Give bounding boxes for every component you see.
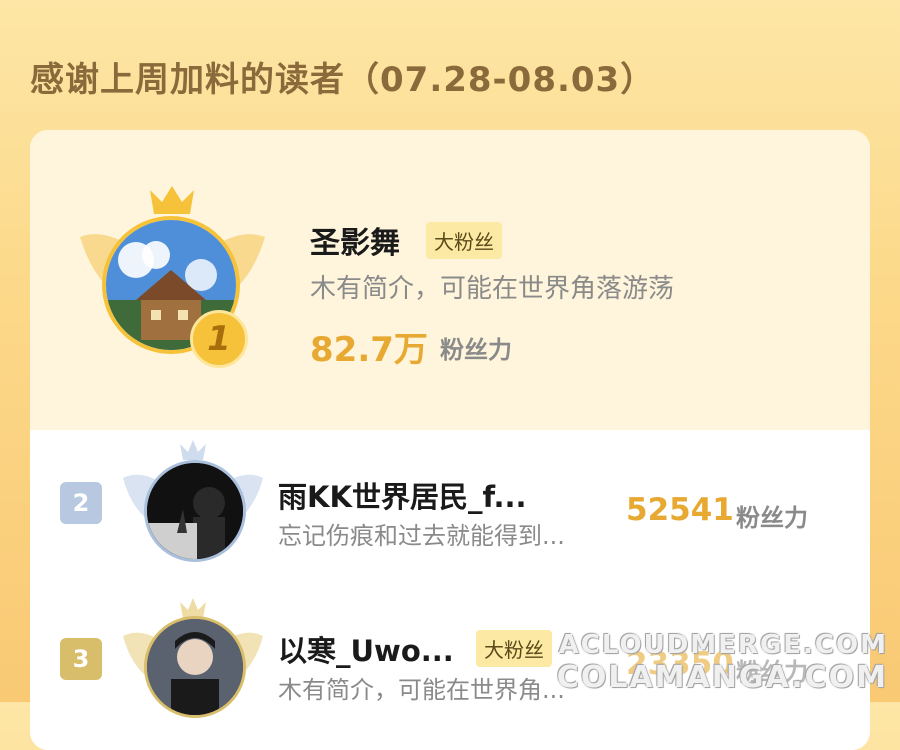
avatar[interactable] [144,460,246,562]
fan-badge: 大粉丝 [426,222,502,259]
rank-badge-1: 1 [190,310,248,368]
user-bio: 木有简介，可能在世界角... [278,676,565,704]
avatar-image [147,463,243,559]
user-name[interactable]: 雨KK世界居民_f... [278,474,527,516]
rank-1-card[interactable]: 1 圣影舞 大粉丝 木有简介，可能在世界角落游荡 82.7万 粉丝力 [30,130,870,430]
fan-score: 82.7万 [310,330,428,370]
fan-score-unit: 粉丝力 [440,336,512,364]
rank-badge-3: 3 [60,638,102,680]
rank-list: 2 雨KK世界居民_f... 忘记伤痕和过去就能得到... 52541 粉丝力 … [30,430,870,750]
avatar[interactable] [144,616,246,718]
rank-badge-2: 2 [60,482,102,524]
user-name[interactable]: 圣影舞 [310,218,400,262]
user-bio: 忘记伤痕和过去就能得到... [278,522,565,550]
watermark-line-2: COLAMANGA.COM [556,660,888,695]
avatar-image [147,619,243,715]
fan-score: 52541 [626,492,734,528]
page-title: 感谢上周加料的读者（07.28-08.03） [30,60,656,100]
fan-score-unit: 粉丝力 [736,504,808,532]
user-name[interactable]: 以寒_Uwo... [278,628,454,670]
watermark-line-1: ACLOUDMERGE.COM [558,630,888,660]
user-bio: 木有简介，可能在世界角落游荡 [310,274,675,304]
fan-badge: 大粉丝 [476,630,552,667]
